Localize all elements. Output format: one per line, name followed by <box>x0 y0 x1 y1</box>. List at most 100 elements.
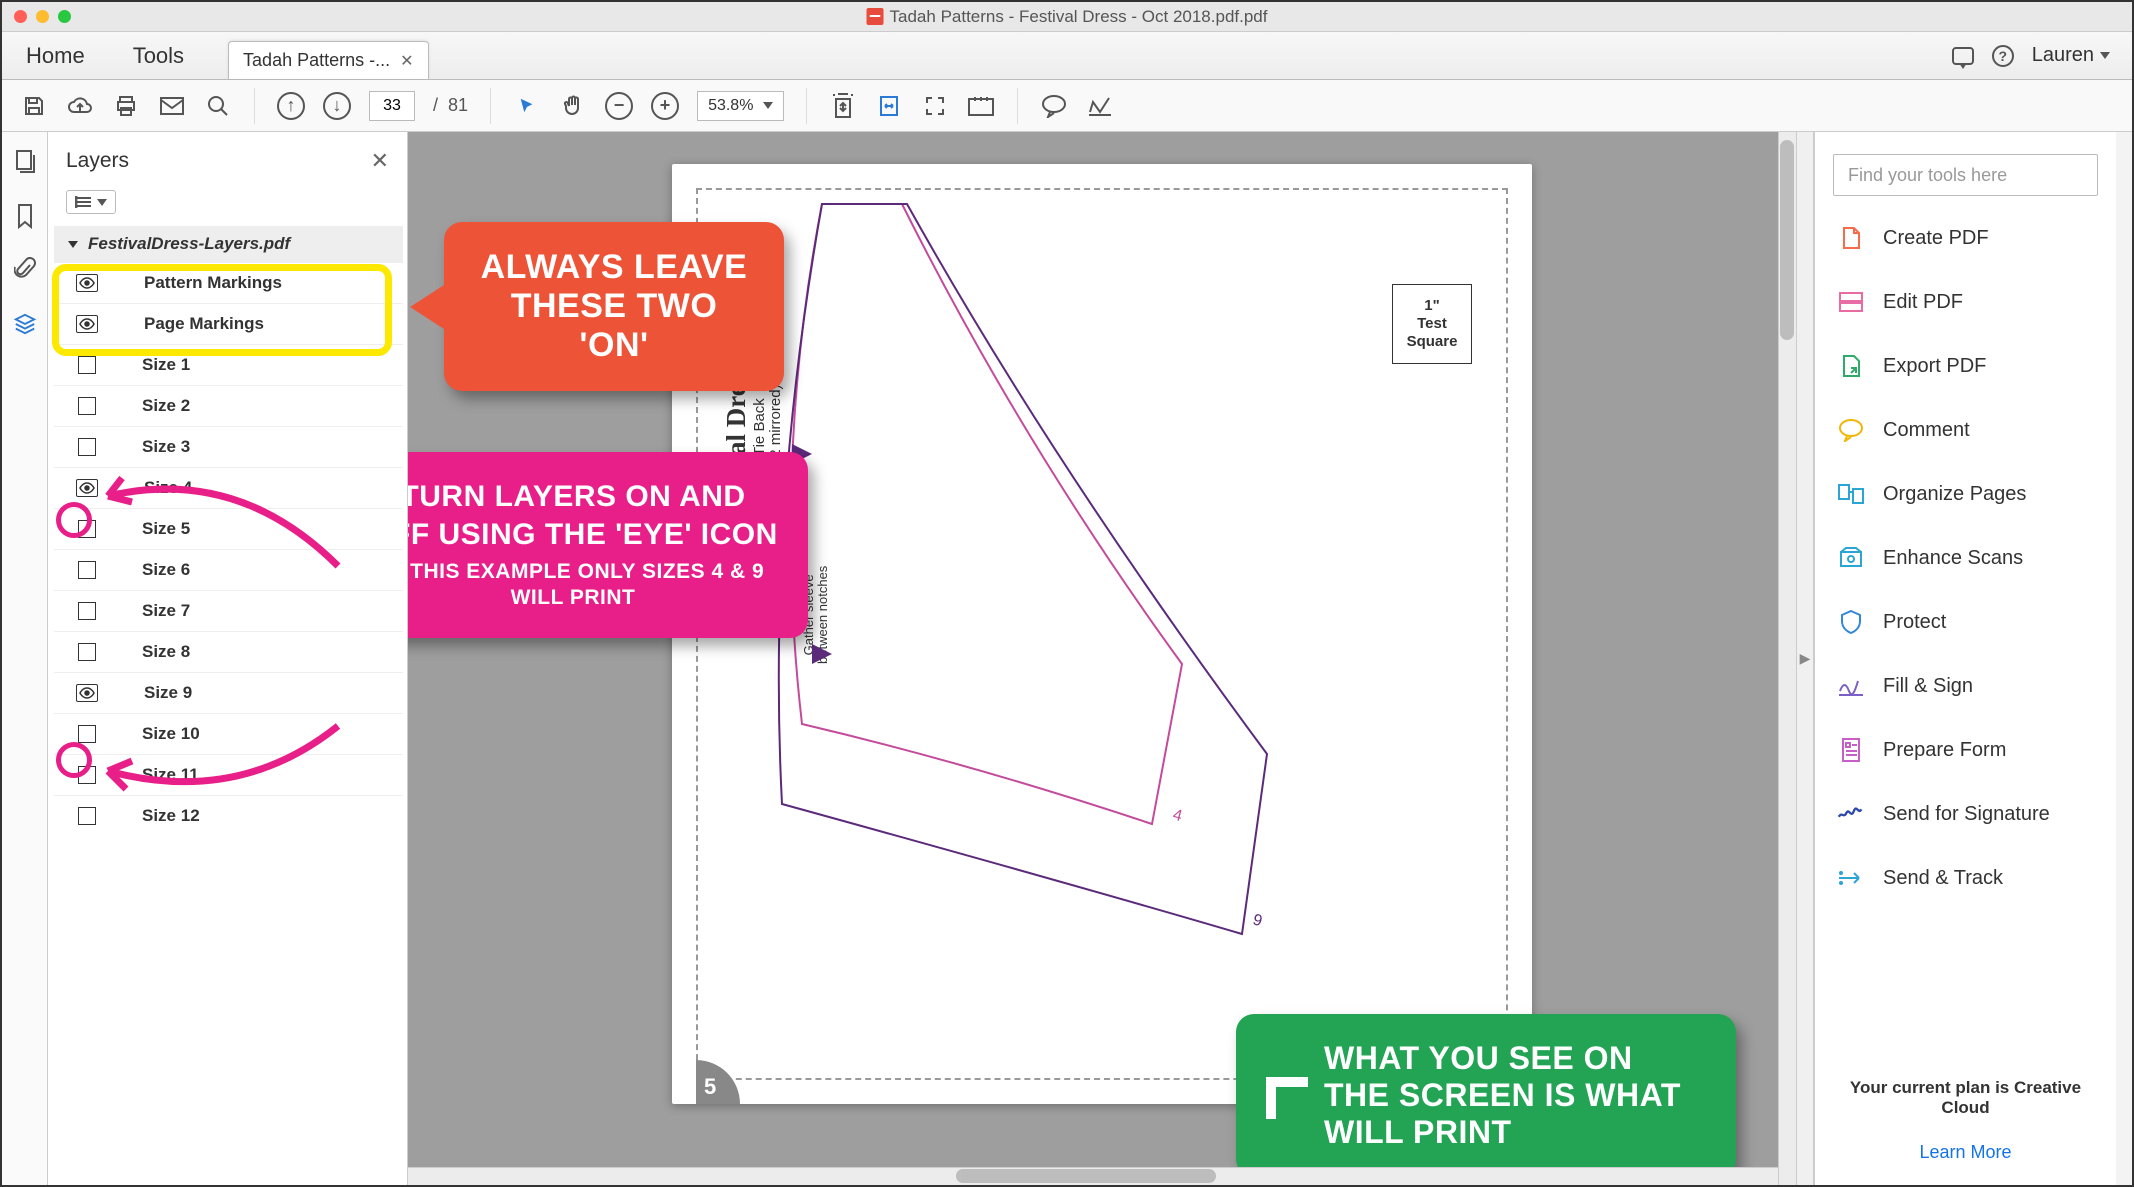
tools-panel-item[interactable]: Send & Track <box>1815 846 2116 910</box>
thumbnails-icon[interactable] <box>13 150 37 174</box>
visibility-eye-icon[interactable] <box>76 684 98 702</box>
print-icon[interactable] <box>112 92 140 120</box>
menu-home[interactable]: Home <box>2 32 109 79</box>
tools-panel-item[interactable]: Enhance Scans <box>1815 526 2116 590</box>
close-tab-icon[interactable]: ✕ <box>400 51 413 71</box>
bookmarks-icon[interactable] <box>13 204 37 228</box>
tool-item-label: Prepare Form <box>1883 739 2006 762</box>
layer-row[interactable]: Size 6 <box>54 549 403 590</box>
comment-tool-icon[interactable] <box>1040 92 1068 120</box>
layer-label: Size 1 <box>142 355 190 375</box>
annotation-callout-pink: TURN LAYERS ON AND OFF USING THE 'EYE' I… <box>408 452 808 638</box>
select-tool-icon[interactable] <box>513 92 541 120</box>
visibility-empty-box[interactable] <box>78 807 96 825</box>
document-tab[interactable]: Tadah Patterns -... ✕ <box>228 41 428 79</box>
layer-label: Page Markings <box>144 314 264 334</box>
search-icon[interactable] <box>204 92 232 120</box>
tool-item-label: Export PDF <box>1883 355 1986 378</box>
zoom-out-icon[interactable]: − <box>605 92 633 120</box>
tools-panel-item[interactable]: Send for Signature <box>1815 782 2116 846</box>
document-viewport[interactable]: 1" Test Square Festival Dress Bias Tie B… <box>408 132 1796 1185</box>
notifications-icon[interactable] <box>1952 47 1974 65</box>
visibility-empty-box[interactable] <box>78 766 96 784</box>
hand-tool-icon[interactable] <box>559 92 587 120</box>
tools-panel-item[interactable]: Organize Pages <box>1815 462 2116 526</box>
tools-search-input[interactable]: Find your tools here <box>1833 154 2098 196</box>
layer-row[interactable]: Size 1 <box>54 344 403 385</box>
visibility-empty-box[interactable] <box>78 561 96 579</box>
visibility-eye-icon[interactable] <box>76 479 98 497</box>
read-mode-icon[interactable] <box>967 92 995 120</box>
window-close-button[interactable] <box>14 10 27 23</box>
layer-file-row[interactable]: FestivalDress-Layers.pdf <box>54 226 403 262</box>
fit-page-icon[interactable] <box>829 92 857 120</box>
visibility-empty-box[interactable] <box>78 356 96 374</box>
tools-panel-item[interactable]: Edit PDF <box>1815 270 2116 334</box>
toolbar: ↑ ↓ / 81 − + 53.8% <box>2 80 2132 132</box>
tool-item-icon <box>1837 480 1865 508</box>
layer-row[interactable]: Size 2 <box>54 385 403 426</box>
attachments-icon[interactable] <box>13 258 37 282</box>
account-menu[interactable]: Lauren <box>2032 44 2110 67</box>
collapse-tools-panel-button[interactable]: ▶ <box>1796 132 1814 1185</box>
layer-row[interactable]: Size 10 <box>54 713 403 754</box>
layers-icon[interactable] <box>13 312 37 336</box>
tools-panel-item[interactable]: Protect <box>1815 590 2116 654</box>
tools-panel-item[interactable]: Create PDF <box>1815 206 2116 270</box>
tool-item-label: Edit PDF <box>1883 291 1963 314</box>
visibility-empty-box[interactable] <box>78 397 96 415</box>
layer-row[interactable]: Page Markings <box>54 303 403 344</box>
tool-item-icon <box>1837 352 1865 380</box>
layer-label: Size 9 <box>144 683 192 703</box>
fit-visible-icon[interactable] <box>921 92 949 120</box>
layer-row[interactable]: Size 8 <box>54 631 403 672</box>
layer-row[interactable]: Pattern Markings <box>54 262 403 303</box>
visibility-eye-icon[interactable] <box>76 274 98 292</box>
sign-tool-icon[interactable] <box>1086 92 1114 120</box>
layer-row[interactable]: Size 9 <box>54 672 403 713</box>
layers-options-button[interactable] <box>66 190 116 214</box>
visibility-eye-icon[interactable] <box>76 315 98 333</box>
horizontal-scrollbar[interactable] <box>408 1167 1778 1185</box>
page-up-icon[interactable]: ↑ <box>277 92 305 120</box>
layer-row[interactable]: Size 11 <box>54 754 403 795</box>
page-down-icon[interactable]: ↓ <box>323 92 351 120</box>
mail-icon[interactable] <box>158 92 186 120</box>
pdf-icon <box>867 8 884 25</box>
visibility-empty-box[interactable] <box>78 438 96 456</box>
help-icon[interactable]: ? <box>1992 45 2014 67</box>
vertical-scrollbar[interactable] <box>1778 132 1796 1185</box>
tool-item-label: Enhance Scans <box>1883 547 2023 570</box>
scroll-thumb[interactable] <box>956 1169 1216 1183</box>
tools-panel-item[interactable]: Export PDF <box>1815 334 2116 398</box>
arrow-left-icon <box>410 285 444 329</box>
zoom-in-icon[interactable]: + <box>651 92 679 120</box>
save-icon[interactable] <box>20 92 48 120</box>
tools-panel-item[interactable]: Fill & Sign <box>1815 654 2116 718</box>
tool-item-label: Fill & Sign <box>1883 675 1973 698</box>
zoom-dropdown[interactable]: 53.8% <box>697 91 784 121</box>
cloud-upload-icon[interactable] <box>66 92 94 120</box>
layer-row[interactable]: Size 7 <box>54 590 403 631</box>
tool-item-icon <box>1837 736 1865 764</box>
fit-width-icon[interactable] <box>875 92 903 120</box>
visibility-empty-box[interactable] <box>78 602 96 620</box>
window-zoom-button[interactable] <box>58 10 71 23</box>
window-minimize-button[interactable] <box>36 10 49 23</box>
layer-row[interactable]: Size 3 <box>54 426 403 467</box>
tools-panel-item[interactable]: Prepare Form <box>1815 718 2116 782</box>
layer-row[interactable]: Size 5 <box>54 508 403 549</box>
visibility-empty-box[interactable] <box>78 520 96 538</box>
tools-scrollbar[interactable] <box>2116 132 2132 1185</box>
visibility-empty-box[interactable] <box>78 643 96 661</box>
scroll-thumb[interactable] <box>1780 140 1794 340</box>
layer-row[interactable]: Size 4 <box>54 467 403 508</box>
close-panel-icon[interactable]: ✕ <box>371 148 389 174</box>
layer-row[interactable]: Size 12 <box>54 795 403 836</box>
menu-tools[interactable]: Tools <box>109 32 208 79</box>
learn-more-link[interactable]: Learn More <box>1837 1142 2094 1163</box>
visibility-empty-box[interactable] <box>78 725 96 743</box>
tools-panel-item[interactable]: Comment <box>1815 398 2116 462</box>
page-number-input[interactable] <box>369 91 415 121</box>
menu-bar: Home Tools Tadah Patterns -... ✕ ? Laure… <box>2 32 2132 80</box>
